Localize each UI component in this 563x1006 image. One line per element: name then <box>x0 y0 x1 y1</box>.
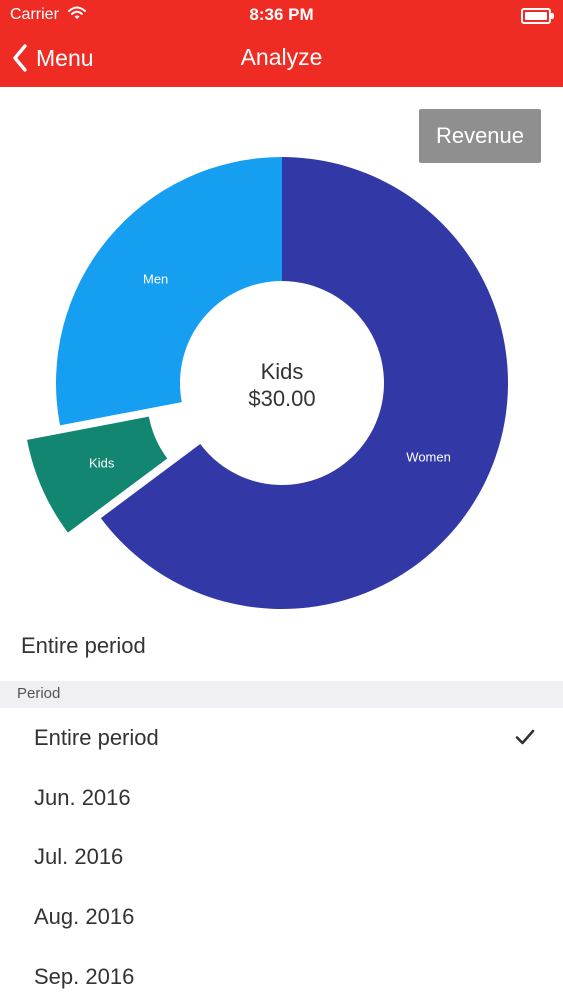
period-section-header: Period <box>0 681 563 708</box>
navigation-bar: Menu Analyze <box>0 30 563 87</box>
selected-period-label: Entire period <box>21 633 146 658</box>
period-item-entire-period[interactable]: Entire period <box>0 708 563 768</box>
period-list: Entire period Jun. 2016 Jul. 2016 Aug. 2… <box>0 708 563 1006</box>
donut-slice-label-men: Men <box>143 271 168 286</box>
center-category-label: Kids <box>261 359 304 384</box>
period-item-label: Jul. 2016 <box>34 844 124 870</box>
period-item-aug-2016[interactable]: Aug. 2016 <box>0 887 563 947</box>
donut-slice-label-women: Women <box>406 450 451 465</box>
checkmark-icon <box>515 729 535 745</box>
period-item-label: Entire period <box>34 725 159 750</box>
battery-icon <box>521 8 554 24</box>
period-item-label: Sep. 2016 <box>34 963 135 989</box>
period-item-jun-2016[interactable]: Jun. 2016 <box>0 768 563 828</box>
section-header-label: Period <box>17 685 61 702</box>
revenue-donut-chart: Women Kids Men Kids $30.00 <box>27 157 508 610</box>
center-value-label: $30.00 <box>248 386 315 411</box>
metric-toggle-button[interactable]: Revenue <box>419 109 541 163</box>
period-item-jul-2016[interactable]: Jul. 2016 <box>0 827 563 887</box>
status-time: 8:36 PM <box>249 5 314 24</box>
chevron-left-icon <box>13 44 27 72</box>
period-item-sep-2016[interactable]: Sep. 2016 <box>0 947 563 1006</box>
back-button-label: Menu <box>36 44 94 71</box>
donut-slice-label-kids: Kids <box>89 455 115 470</box>
period-item-label: Jun. 2016 <box>34 784 131 810</box>
status-bar: Carrier 8:36 PM <box>0 0 563 30</box>
back-button[interactable]: Menu <box>12 40 94 76</box>
period-item-label: Aug. 2016 <box>34 904 135 930</box>
